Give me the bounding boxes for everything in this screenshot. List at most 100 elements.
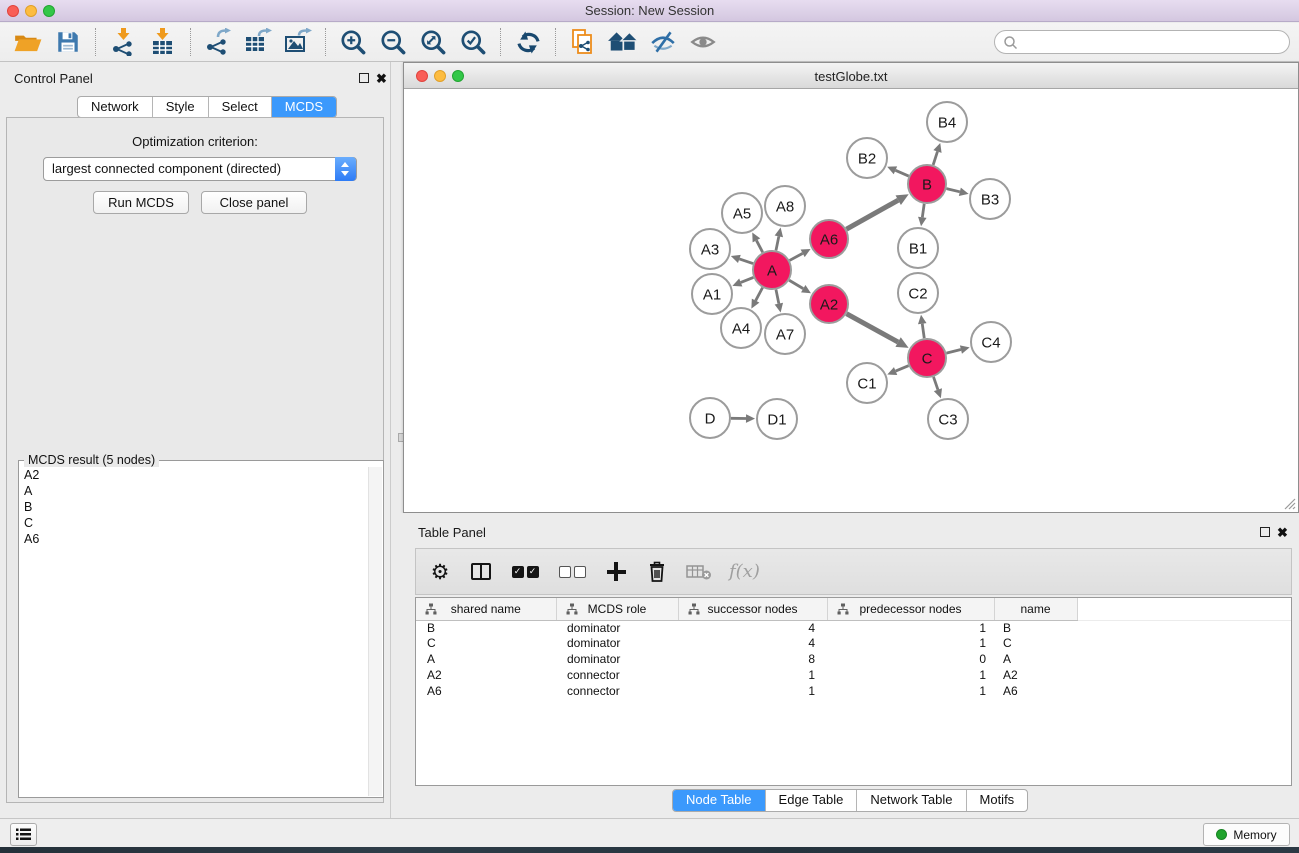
graph-edge-B-B1[interactable] (918, 204, 927, 226)
save-session-icon[interactable] (48, 25, 88, 59)
result-scrollbar[interactable] (368, 467, 382, 796)
zoom-out-icon[interactable] (373, 25, 413, 59)
float-table-panel-icon[interactable] (1260, 527, 1270, 537)
new-network-from-file-icon[interactable] (563, 25, 603, 59)
network-canvas[interactable]: AA1A2A3A4A5A6A7A8BB1B2B3B4CC1C2C3C4DD1 (404, 89, 1298, 512)
graph-edge-C-C2[interactable] (918, 315, 927, 338)
float-panel-icon[interactable] (359, 73, 369, 83)
hide-selected-icon[interactable] (643, 25, 683, 59)
tab-node-table[interactable]: Node Table (673, 790, 765, 811)
export-table-icon[interactable] (238, 25, 278, 59)
show-selected-icon[interactable] (683, 25, 723, 59)
graph-node-B2[interactable]: B2 (847, 138, 887, 178)
network-window-titlebar[interactable]: testGlobe.txt (404, 63, 1298, 89)
graph-node-A5[interactable]: A5 (722, 193, 762, 233)
search-input[interactable] (1023, 33, 1278, 51)
criterion-select[interactable]: largest connected component (directed) (43, 157, 357, 181)
table-row[interactable]: A2connector11A2 (416, 668, 1291, 684)
show-columns-icon[interactable] (469, 558, 493, 586)
network-graph[interactable]: AA1A2A3A4A5A6A7A8BB1B2B3B4CC1C2C3C4DD1 (404, 89, 1298, 512)
import-table-icon[interactable] (143, 25, 183, 59)
graph-edge-A-A8[interactable] (775, 228, 783, 251)
close-table-panel-icon[interactable]: ✖ (1277, 526, 1288, 539)
result-list-item[interactable]: C (20, 515, 367, 531)
column-header[interactable]: shared name (416, 598, 556, 620)
table-row[interactable]: Adominator80A (416, 652, 1291, 668)
memory-button[interactable]: Memory (1203, 823, 1290, 846)
graph-edge-A2-C[interactable] (847, 314, 909, 348)
search-field[interactable] (994, 30, 1290, 54)
home-view-icon[interactable] (603, 25, 643, 59)
tab-network[interactable]: Network (78, 97, 152, 117)
refresh-icon[interactable] (508, 25, 548, 59)
graph-edge-A-A5[interactable] (752, 232, 762, 252)
tab-select[interactable]: Select (208, 97, 271, 117)
export-network-icon[interactable] (198, 25, 238, 59)
graph-node-A7[interactable]: A7 (765, 314, 805, 354)
tab-network-table[interactable]: Network Table (856, 790, 965, 811)
graph-edge-A-A1[interactable] (732, 277, 753, 286)
table-row[interactable]: Cdominator41C (416, 636, 1291, 652)
graph-edge-A6-B[interactable] (846, 194, 908, 229)
table-settings-gear-icon[interactable]: ⚙ (428, 558, 452, 586)
zoom-in-icon[interactable] (333, 25, 373, 59)
export-image-icon[interactable] (278, 25, 318, 59)
tab-edge-table[interactable]: Edge Table (765, 790, 857, 811)
graph-node-A8[interactable]: A8 (765, 186, 805, 226)
table-row[interactable]: Bdominator41B (416, 620, 1291, 636)
graph-edge-A-A7[interactable] (775, 290, 783, 313)
graph-node-A2[interactable]: A2 (810, 285, 848, 323)
tab-motifs[interactable]: Motifs (966, 790, 1028, 811)
close-panel-icon[interactable]: ✖ (376, 72, 387, 85)
select-all-columns-icon[interactable]: ✓✓ (510, 558, 540, 586)
task-history-button[interactable] (10, 823, 37, 846)
add-column-icon[interactable] (604, 558, 628, 586)
graph-edge-C-C4[interactable] (946, 345, 969, 353)
graph-node-B4[interactable]: B4 (927, 102, 967, 142)
graph-edge-B-B4[interactable] (933, 143, 941, 165)
graph-node-C1[interactable]: C1 (847, 363, 887, 403)
deselect-all-columns-icon[interactable] (557, 558, 587, 586)
column-header[interactable]: predecessor nodes (827, 598, 994, 620)
graph-node-B1[interactable]: B1 (898, 228, 938, 268)
tab-style[interactable]: Style (152, 97, 208, 117)
column-header[interactable]: MCDS role (556, 598, 678, 620)
graph-edge-B-B3[interactable] (946, 188, 968, 196)
graph-edge-D-D1[interactable] (731, 414, 755, 423)
graph-edge-A-A6[interactable] (790, 249, 811, 260)
graph-node-A[interactable]: A (753, 251, 791, 289)
run-mcds-button[interactable]: Run MCDS (93, 191, 189, 214)
graph-edge-C-C1[interactable] (887, 366, 908, 375)
column-header[interactable]: name (994, 598, 1077, 620)
graph-node-A3[interactable]: A3 (690, 229, 730, 269)
zoom-selected-icon[interactable] (453, 25, 493, 59)
graph-node-A4[interactable]: A4 (721, 308, 761, 348)
graph-edge-C-C3[interactable] (934, 377, 942, 398)
tab-mcds[interactable]: MCDS (271, 97, 336, 117)
graph-node-C3[interactable]: C3 (928, 399, 968, 439)
delete-column-icon[interactable] (645, 558, 669, 586)
result-list-item[interactable]: A6 (20, 531, 367, 547)
graph-node-B3[interactable]: B3 (970, 179, 1010, 219)
graph-edge-B-B2[interactable] (887, 166, 908, 176)
result-list-item[interactable]: B (20, 499, 367, 515)
result-list-item[interactable]: A (20, 483, 367, 499)
graph-edge-A-A3[interactable] (731, 255, 753, 264)
graph-node-D1[interactable]: D1 (757, 399, 797, 439)
import-network-icon[interactable] (103, 25, 143, 59)
zoom-fit-icon[interactable] (413, 25, 453, 59)
graph-node-C4[interactable]: C4 (971, 322, 1011, 362)
graph-node-B[interactable]: B (908, 165, 946, 203)
close-panel-button[interactable]: Close panel (201, 191, 307, 214)
graph-edge-A-A4[interactable] (751, 288, 762, 309)
graph-node-D[interactable]: D (690, 398, 730, 438)
result-list-item[interactable]: A2 (20, 467, 367, 483)
table-row[interactable]: A6connector11A6 (416, 684, 1291, 700)
graph-node-A1[interactable]: A1 (692, 274, 732, 314)
graph-edge-A-A2[interactable] (789, 280, 811, 293)
graph-node-C2[interactable]: C2 (898, 273, 938, 313)
open-session-icon[interactable] (8, 25, 48, 59)
graph-node-A6[interactable]: A6 (810, 220, 848, 258)
resize-grip-icon[interactable] (1282, 496, 1296, 510)
column-header[interactable]: successor nodes (678, 598, 827, 620)
